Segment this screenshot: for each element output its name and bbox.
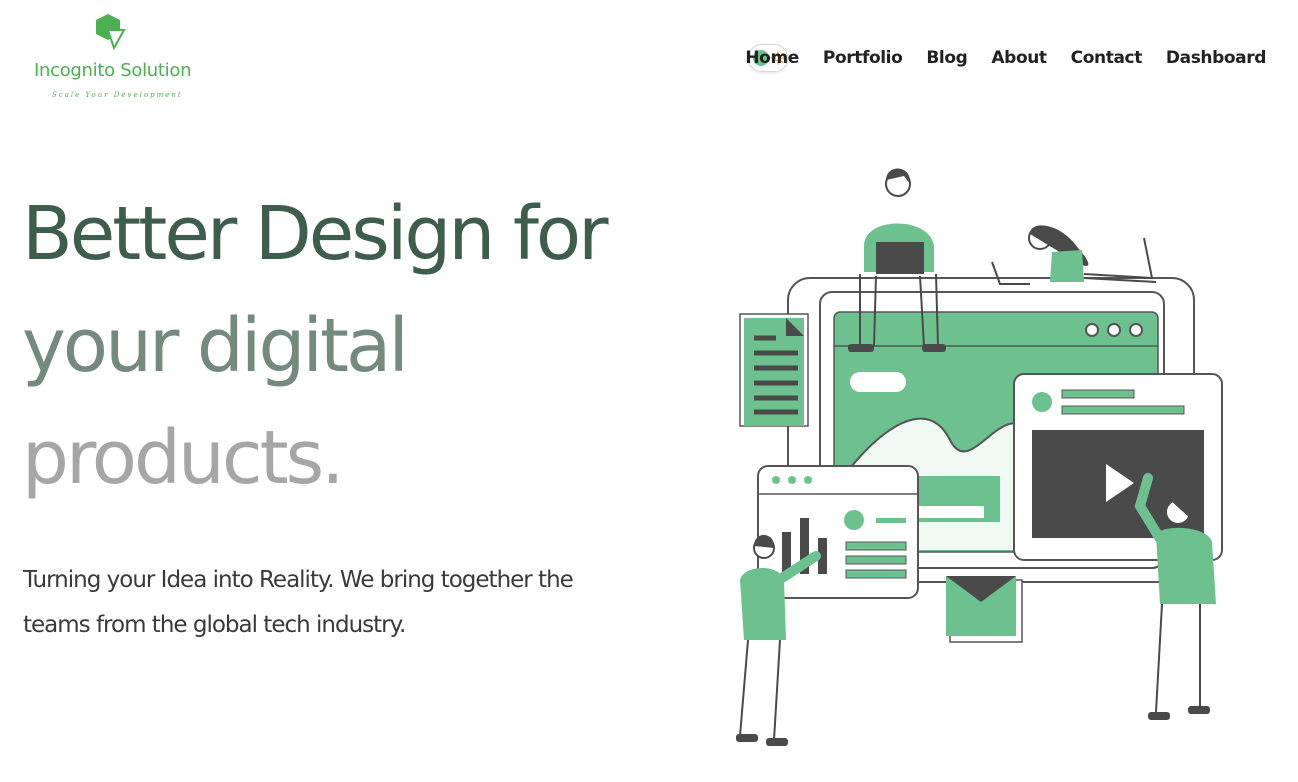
logo-hexagon-icon <box>96 14 126 50</box>
nav-about[interactable]: About <box>991 48 1047 68</box>
nav-portfolio[interactable]: Portfolio <box>823 48 903 68</box>
nav-home[interactable]: Home <box>745 48 799 68</box>
main-nav: Home Portfolio Blog About Contact Dashbo… <box>745 48 1266 68</box>
hero-title-line-1: Better Design for <box>22 191 609 277</box>
hero-subtitle: Turning your Idea into Reality. We bring… <box>23 567 574 638</box>
hero-title-line-3: products. <box>22 415 345 501</box>
hero-title: Better Design for your digital products. <box>22 178 609 514</box>
hero-title-line-2: your digital <box>22 303 409 389</box>
nav-blog[interactable]: Blog <box>926 48 967 68</box>
nav-contact[interactable]: Contact <box>1071 48 1143 68</box>
brand-tagline: Scale Your Development <box>52 91 183 99</box>
brand-name: Incognito Solution <box>34 60 192 81</box>
brand-logo[interactable]: Incognito Solution Scale Your Developmen… <box>30 14 195 104</box>
hero-illustration <box>736 168 1223 746</box>
nav-dashboard[interactable]: Dashboard <box>1166 48 1266 68</box>
